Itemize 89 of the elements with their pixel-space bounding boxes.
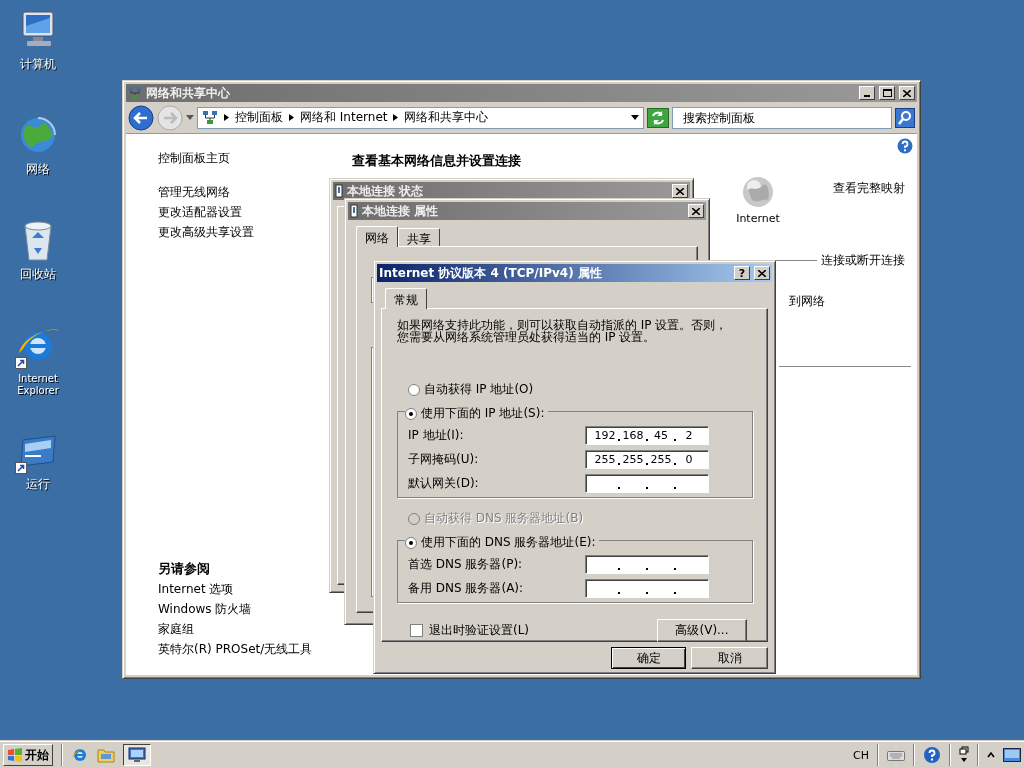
sidebar-link[interactable]: 控制面板主页	[158, 148, 230, 168]
network-adapter-icon	[335, 184, 343, 198]
keyboard-icon[interactable]	[887, 748, 905, 762]
chevron-right-icon	[224, 114, 229, 121]
help-icon[interactable]	[897, 138, 913, 154]
desktop-icon-label[interactable]: 运行	[0, 478, 76, 490]
refresh-icon[interactable]	[647, 107, 669, 128]
sidebar-link[interactable]: Internet 选项	[158, 579, 234, 599]
dialog-title: Internet 协议版本 4 (TCP/IPv4) 属性	[379, 264, 603, 282]
search-field[interactable]: 搜索控制面板	[672, 106, 892, 129]
sidebar-link[interactable]: Windows 防火墙	[158, 599, 252, 619]
sidebar-link[interactable]: 管理无线网络	[158, 182, 230, 202]
show-desktop-icon[interactable]	[1003, 748, 1021, 762]
breadcrumb-item[interactable]: 网络和共享中心	[404, 109, 489, 126]
tab[interactable]: 常规	[385, 288, 427, 309]
field-label: 首选 DNS 服务器(P):	[408, 556, 523, 573]
advanced-button[interactable]: 高级(V)...	[657, 619, 747, 642]
tab[interactable]: 共享	[398, 228, 440, 246]
network-icon	[128, 86, 142, 100]
node-label: Internet	[736, 212, 780, 225]
field-label: IP 地址(I):	[408, 427, 464, 444]
desktop-icon-label[interactable]: 计算机	[0, 58, 76, 70]
radio-button[interactable]: 使用下面的 DNS 服务器地址(E):	[405, 534, 600, 551]
network-adapter-icon	[350, 204, 358, 218]
field-label: 默认网关(D):	[408, 475, 479, 492]
checkbox[interactable]: 退出时验证设置(L)	[410, 622, 530, 639]
ip-address-field[interactable]: 255 255 255 0	[585, 450, 709, 469]
window-title: 网络和共享中心	[146, 84, 231, 102]
radio-icon	[408, 512, 420, 525]
help-icon[interactable]	[923, 746, 941, 764]
close-icon	[903, 89, 911, 97]
connect-link[interactable]: 连接或断开连接	[821, 252, 905, 269]
close-icon	[758, 269, 766, 277]
radio-button[interactable]: 使用下面的 IP 地址(S):	[405, 405, 549, 422]
checkbox-icon	[410, 624, 423, 637]
maximize-button[interactable]	[879, 86, 895, 100]
field-label: 子网掩码(U):	[408, 451, 479, 468]
ip-address-field[interactable]	[585, 474, 709, 493]
tab[interactable]: 网络	[356, 226, 398, 247]
taskbar-button[interactable]	[123, 744, 151, 766]
sidebar-link[interactable]: 英特尔(R) PROSet/无线工具	[158, 639, 313, 659]
chevron-right-icon	[289, 114, 294, 121]
sidebar-link[interactable]: 家庭组	[158, 619, 194, 639]
dialog-title: 本地连接 状态	[347, 182, 425, 200]
globe-icon	[742, 176, 774, 208]
breadcrumb-item[interactable]: 控制面板	[235, 109, 283, 126]
field-label: 备用 DNS 服务器(A):	[408, 580, 524, 597]
monitor-icon	[128, 747, 146, 763]
language-indicator[interactable]: CH	[853, 748, 869, 762]
close-icon	[692, 207, 700, 215]
flag-icon	[7, 748, 23, 762]
dropdown-arrow-icon[interactable]	[631, 115, 639, 120]
close-button[interactable]	[899, 86, 915, 100]
window-switch-icon[interactable]	[959, 746, 969, 764]
close-button[interactable]	[672, 184, 688, 198]
desktop-icon-label[interactable]: 回收站	[0, 268, 76, 280]
minimize-button[interactable]	[859, 86, 875, 100]
chevron-up-icon[interactable]	[987, 751, 995, 759]
ip-address-field[interactable]: 192 168 45 2	[585, 426, 709, 445]
close-button[interactable]	[754, 266, 770, 280]
sidebar-link[interactable]: 更改高级共享设置	[158, 222, 254, 242]
browser-icon[interactable]	[71, 746, 89, 764]
ip-address-field[interactable]	[585, 579, 709, 598]
maximize-icon	[882, 89, 892, 97]
breadcrumb-item[interactable]: 网络和 Internet	[300, 109, 388, 126]
section-heading: 另请参阅	[158, 560, 210, 578]
help-button[interactable]: ?	[734, 266, 750, 280]
shortcut-arrow-icon	[15, 462, 27, 474]
close-icon	[676, 187, 684, 195]
network-icon	[202, 109, 218, 126]
dialog-title: 本地连接 属性	[362, 202, 440, 220]
desktop-icon-label[interactable]: 网络	[0, 163, 76, 175]
desktop-icon-label[interactable]: Internet Explorer	[0, 373, 76, 397]
address-bar[interactable]: 控制面板 网络和 Internet 网络和共享中心	[197, 106, 644, 129]
radio-icon	[408, 383, 420, 396]
description-text: 如果网络支持此功能，则可以获取自动指派的 IP 设置。否则，	[397, 319, 728, 331]
ip-address-field[interactable]	[585, 555, 709, 574]
sidebar-link[interactable]: 更改适配器设置	[158, 202, 242, 222]
page-heading: 查看基本网络信息并设置连接	[352, 152, 522, 170]
search-icon[interactable]	[895, 107, 915, 128]
description-text: 您需要从网络系统管理员处获得适当的 IP 设置。	[397, 331, 656, 343]
shortcut-arrow-icon	[15, 357, 27, 369]
chevron-right-icon	[393, 114, 399, 121]
ok-button[interactable]: 确定	[611, 647, 686, 669]
close-button[interactable]	[688, 204, 704, 218]
view-map-link[interactable]: 查看完整映射	[833, 180, 905, 236]
start-button[interactable]: 开始	[3, 744, 53, 766]
cancel-button[interactable]: 取消	[691, 647, 768, 669]
network-text: 到网络	[789, 293, 826, 310]
